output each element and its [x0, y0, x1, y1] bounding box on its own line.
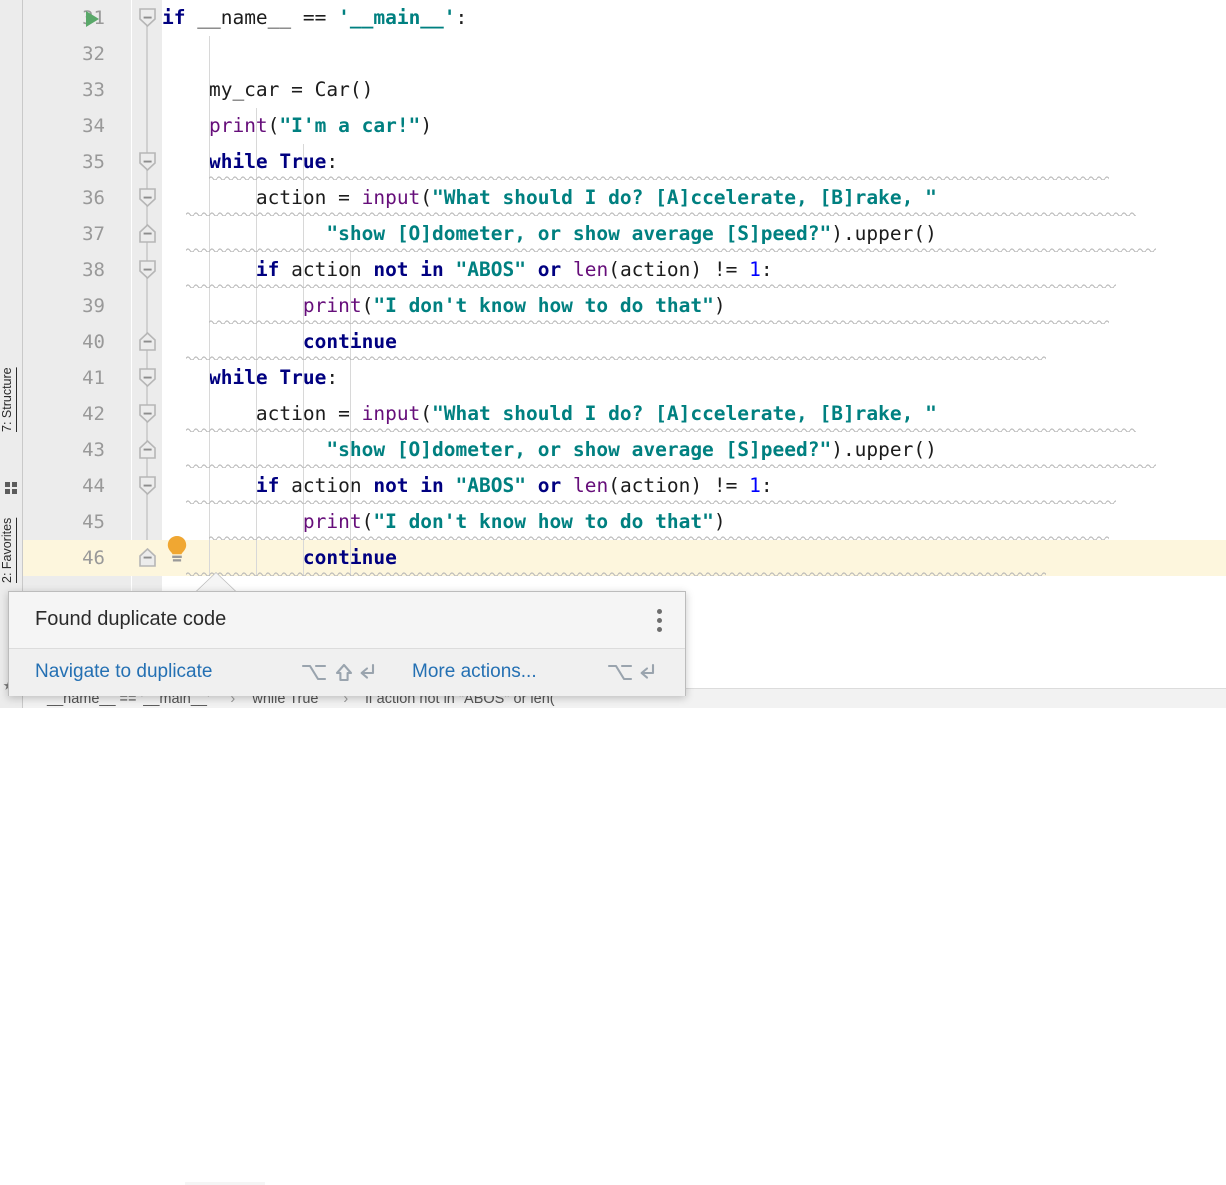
line-number: 40 [23, 324, 105, 360]
duplicate-code-underline [186, 499, 1116, 504]
more-options-icon[interactable] [657, 609, 663, 631]
duplicate-code-popup: Found duplicate code Navigate to duplica… [8, 591, 686, 696]
more-actions-shortcut [607, 660, 663, 686]
popup-actions: Navigate to duplicate More actions... [9, 649, 685, 696]
duplicate-code-underline [186, 463, 1156, 468]
tool-window-button-favorites[interactable]: 2: Favorites [0, 500, 23, 600]
line-number: 34 [23, 108, 105, 144]
line-text: if __name__ == '__main__': [162, 0, 467, 36]
popup-title: Found duplicate code [35, 608, 226, 631]
duplicate-code-underline [186, 283, 1116, 288]
fold-marker-start[interactable] [138, 152, 157, 171]
ide-editor-window: 7: Structure 2: Favorites ★ 31if __name_… [0, 0, 1226, 708]
line-number: 37 [23, 216, 105, 252]
duplicate-code-underline [186, 355, 1046, 360]
duplicate-code-underline [186, 247, 1156, 252]
fold-marker-start[interactable] [138, 188, 157, 207]
navigate-to-duplicate-link[interactable]: Navigate to duplicate [35, 661, 212, 683]
duplicate-code-underline [209, 175, 1109, 180]
indent-guide [209, 36, 210, 576]
code-line[interactable]: 33 my_car = Car() [23, 72, 1226, 108]
line-number: 41 [23, 360, 105, 396]
popup-pointer [196, 573, 236, 592]
line-number: 43 [23, 432, 105, 468]
more-actions-link[interactable]: More actions... [412, 661, 537, 683]
line-number: 46 [23, 540, 105, 576]
line-number: 45 [23, 504, 105, 540]
duplicate-code-underline [209, 535, 1109, 540]
run-arrow-icon[interactable] [86, 11, 99, 27]
fold-marker-start[interactable] [138, 8, 157, 27]
duplicate-code-underline [186, 211, 1136, 216]
fold-marker-end[interactable] [138, 440, 157, 459]
code-line[interactable]: 34 print("I'm a car!") [23, 108, 1226, 144]
line-number: 33 [23, 72, 105, 108]
line-text: print("I'm a car!") [162, 108, 432, 144]
fold-marker-end[interactable] [138, 548, 157, 567]
fold-marker-start[interactable] [138, 404, 157, 423]
line-text: my_car = Car() [162, 72, 373, 108]
indent-guide [350, 252, 351, 576]
popup-header: Found duplicate code [9, 592, 685, 649]
tool-window-button-structure[interactable]: 7: Structure [0, 352, 23, 448]
line-number: 36 [23, 180, 105, 216]
line-number: 35 [23, 144, 105, 180]
lightbulb-intention-icon[interactable] [164, 534, 190, 564]
line-number: 39 [23, 288, 105, 324]
line-number: 38 [23, 252, 105, 288]
duplicate-code-underline [209, 319, 1109, 324]
code-line[interactable]: 32 [23, 36, 1226, 72]
fold-marker-start[interactable] [138, 476, 157, 495]
fold-marker-start[interactable] [138, 260, 157, 279]
navigate-to-duplicate-shortcut [301, 660, 377, 686]
code-line[interactable]: 31if __name__ == '__main__': [23, 0, 1226, 36]
duplicate-code-underline [186, 427, 1136, 432]
structure-icon [5, 482, 18, 495]
line-number: 42 [23, 396, 105, 432]
fold-marker-start[interactable] [138, 368, 157, 387]
line-text: while True: [162, 360, 338, 396]
favorites-button-label: 2: Favorites [0, 517, 14, 582]
structure-button-label: 7: Structure [0, 368, 14, 433]
duplicate-code-underline [186, 571, 1046, 576]
fold-marker-end[interactable] [138, 224, 157, 243]
line-number: 44 [23, 468, 105, 504]
fold-marker-end[interactable] [138, 332, 157, 351]
indent-guide [303, 144, 304, 576]
code-line[interactable]: 41 while True: [23, 360, 1226, 396]
line-number: 32 [23, 36, 105, 72]
